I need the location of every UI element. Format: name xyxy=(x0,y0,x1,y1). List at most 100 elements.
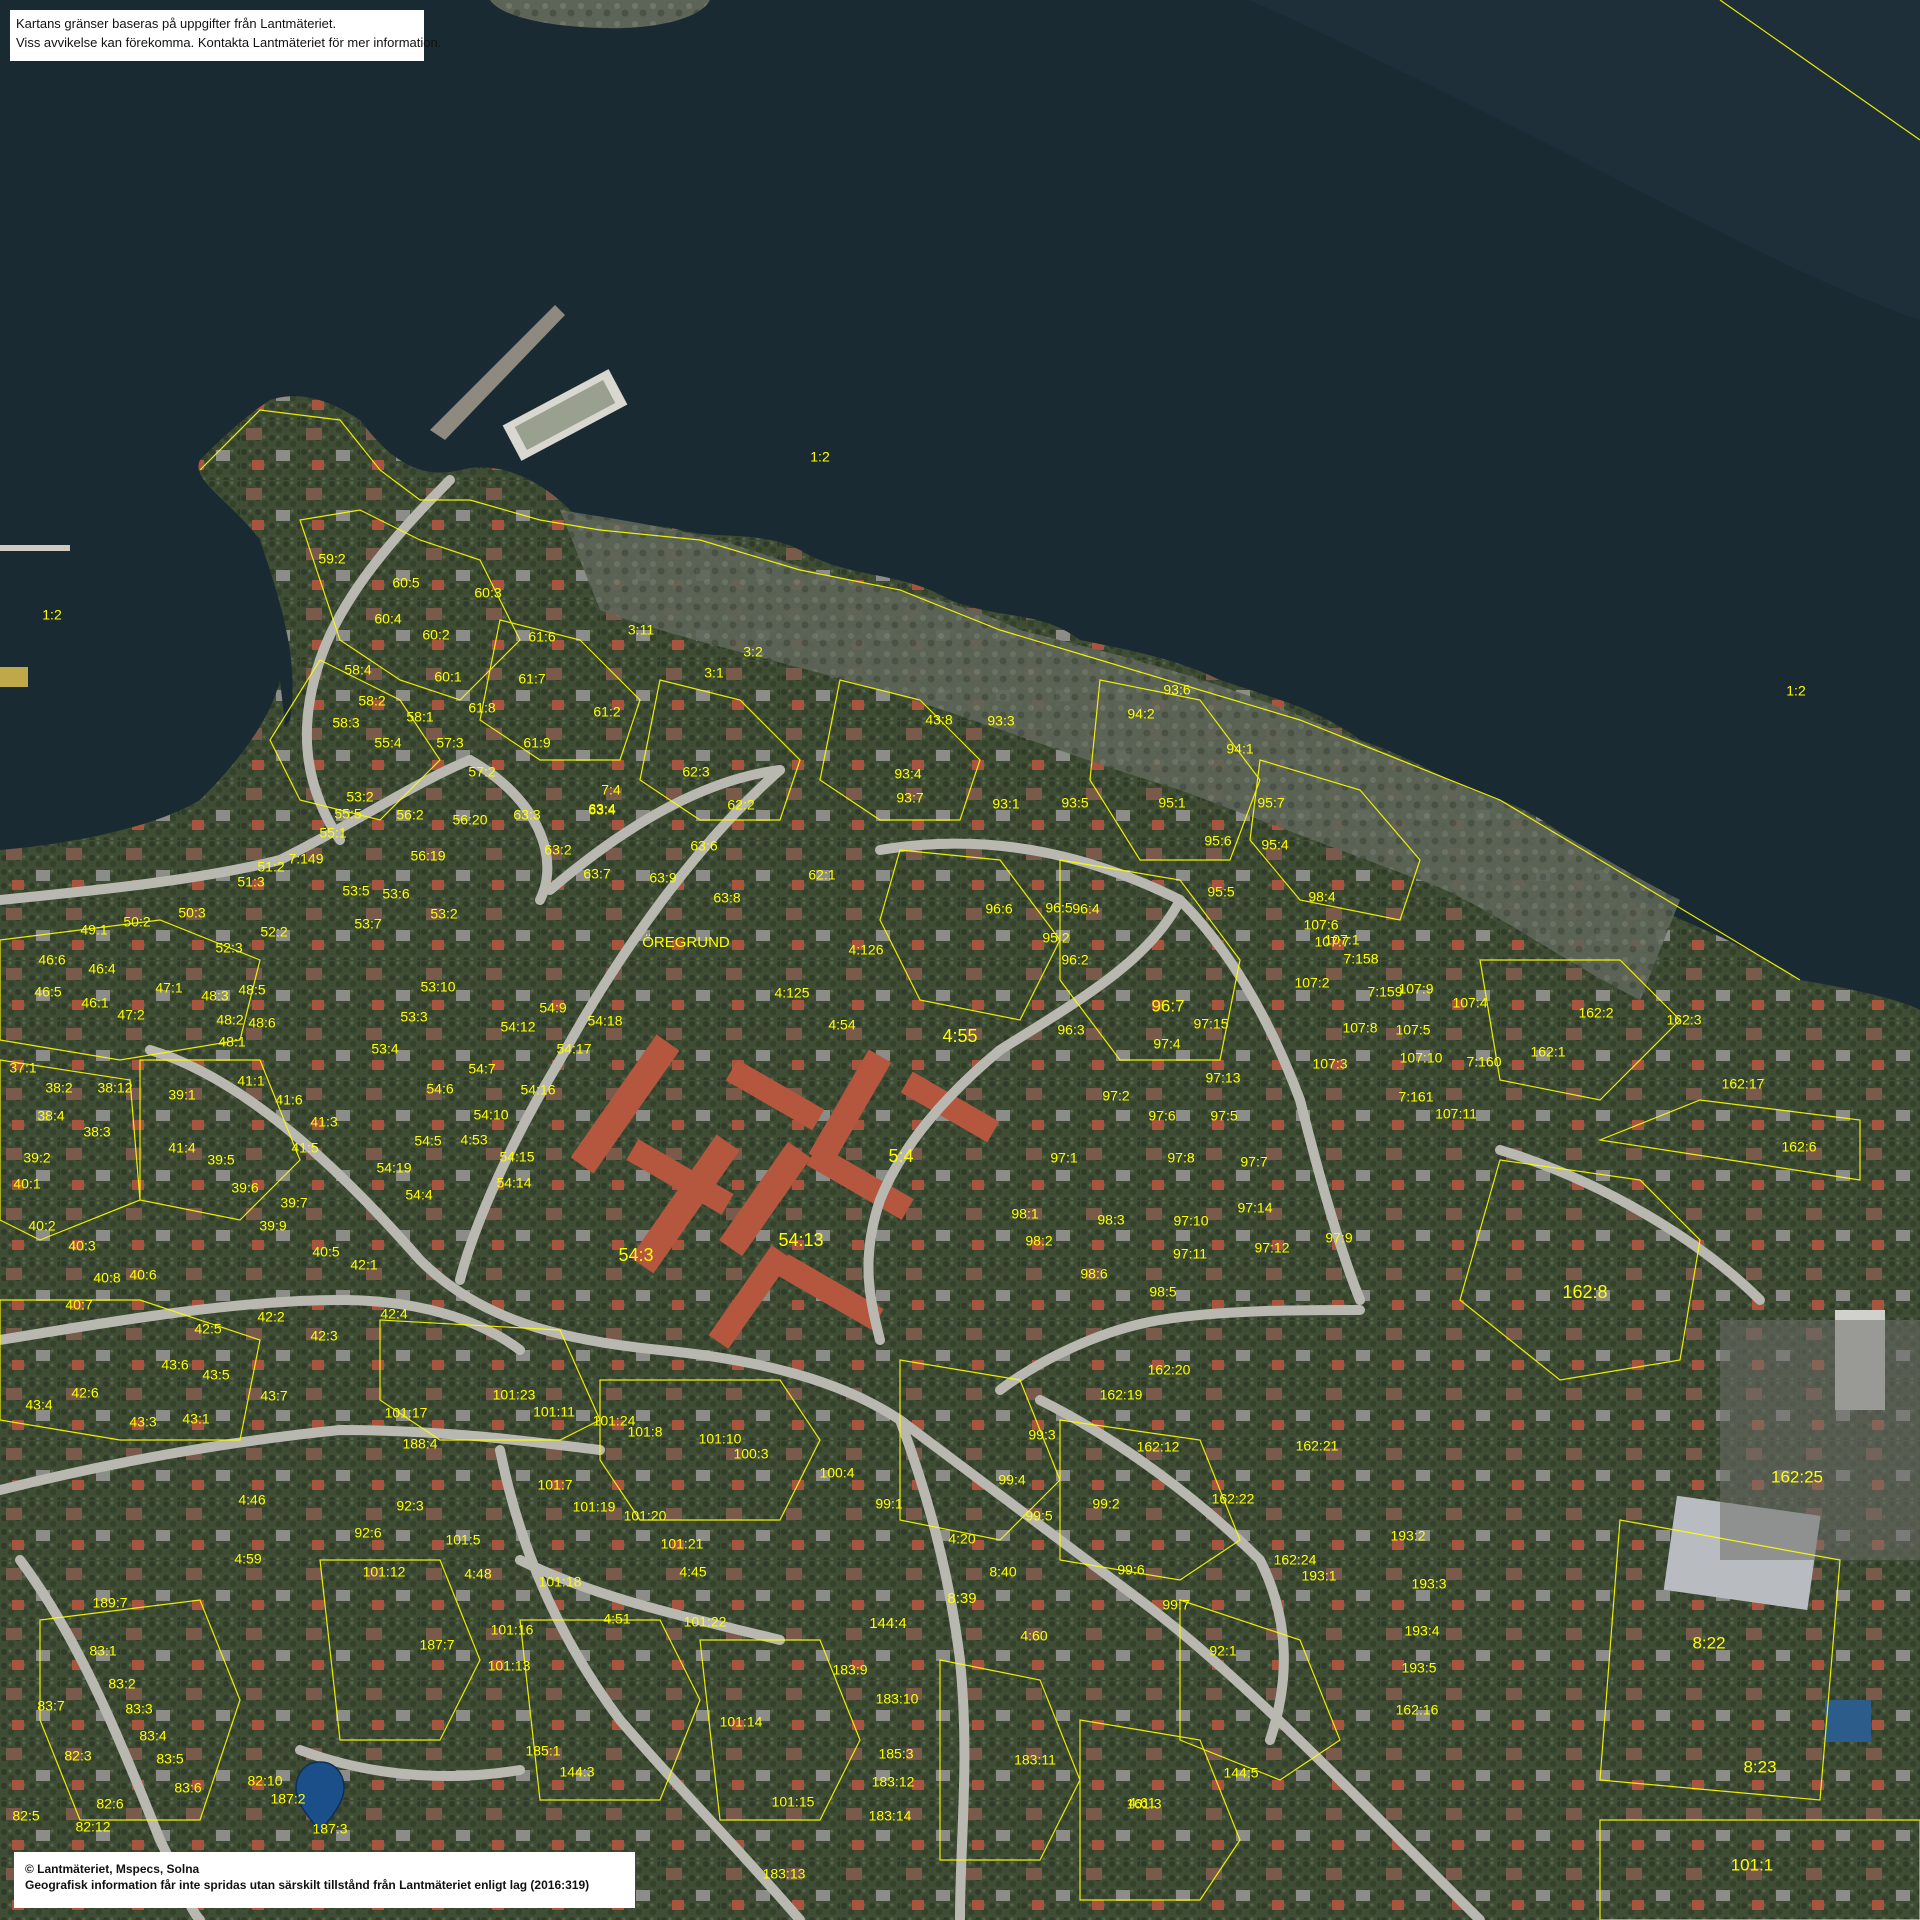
parcel-label: 93:6 xyxy=(1163,682,1190,698)
parcel-label: 101:5 xyxy=(445,1532,480,1548)
parcel-label: 39:6 xyxy=(231,1180,258,1196)
parcel-label: 38:12 xyxy=(97,1080,132,1096)
parcel-label: 101:23 xyxy=(493,1387,536,1403)
parcel-label: 53:10 xyxy=(420,979,455,995)
parcel-label: 4:45 xyxy=(679,1564,706,1580)
parcel-label: 97:9 xyxy=(1325,1230,1352,1246)
parcel-label: 97:13 xyxy=(1205,1070,1240,1086)
parcel-label: 61:9 xyxy=(523,735,550,751)
parcel-label: 40:7 xyxy=(65,1297,92,1313)
parcel-label: 51:2 xyxy=(257,859,284,875)
parcel-label: 60:1 xyxy=(434,669,461,685)
parcel-label: 97:5 xyxy=(1210,1108,1237,1124)
parcel-label: 193:2 xyxy=(1390,1528,1425,1544)
parcel-label: 101:11 xyxy=(533,1404,575,1420)
parcel-label: 54:18 xyxy=(587,1013,622,1029)
parcel-label: 43:6 xyxy=(161,1357,188,1373)
parcel-label: 63:8 xyxy=(713,890,740,906)
parcel-label: 162:3 xyxy=(1666,1012,1701,1028)
parcel-label: 98:3 xyxy=(1097,1212,1124,1228)
parcel-label: 54:10 xyxy=(473,1107,508,1123)
parcel-label: 4:126 xyxy=(848,942,883,958)
parcel-label: 101:10 xyxy=(699,1431,742,1447)
parcel-label: 4:51 xyxy=(603,1611,630,1627)
parcel-label: 144:5 xyxy=(1223,1765,1258,1781)
parcel-label: 162:19 xyxy=(1100,1387,1143,1403)
parcel-label: 99:2 xyxy=(1092,1496,1119,1512)
boundary-disclaimer-line1: Kartans gränser baseras på uppgifter frå… xyxy=(16,16,337,31)
parcel-label: 56:2 xyxy=(396,807,423,823)
parcel-label: 56:20 xyxy=(452,812,487,828)
parcel-label: 42:5 xyxy=(194,1321,221,1337)
parcel-label: 101:12 xyxy=(363,1564,406,1580)
place-label: ÖREGRUND xyxy=(642,933,730,951)
parcel-label: 54:6 xyxy=(426,1081,453,1097)
parcel-label: 183:9 xyxy=(832,1662,867,1678)
parcel-label: 83:6 xyxy=(174,1780,201,1796)
parcel-label: 37:1 xyxy=(9,1060,36,1076)
parcel-label: 97:10 xyxy=(1173,1213,1208,1229)
parcel-label: 41:1 xyxy=(237,1073,264,1089)
parcel-label: 101:17 xyxy=(385,1405,428,1421)
parcel-label: 7:161 xyxy=(1398,1089,1433,1105)
parcel-label: 99:1 xyxy=(875,1496,902,1512)
parcel-label: 83:2 xyxy=(108,1676,135,1692)
parcel-label: 61:2 xyxy=(593,704,620,720)
parcel-label: 54:15 xyxy=(499,1149,534,1165)
parcel-label: 61:7 xyxy=(518,671,545,687)
parcel-label: 144:4 xyxy=(869,1615,907,1632)
parcel-label: 189:7 xyxy=(92,1595,127,1611)
parcel-label: 38:2 xyxy=(45,1080,72,1096)
parcel-label: 8:22 xyxy=(1692,1633,1725,1652)
parcel-label: 162:17 xyxy=(1722,1076,1765,1092)
parcel-label: 43:3 xyxy=(129,1414,156,1430)
parcel-label: 101:22 xyxy=(684,1614,727,1630)
parcel-label: 107:6 xyxy=(1303,917,1338,933)
parcel-label: 83:3 xyxy=(125,1701,152,1717)
parcel-label: 40:5 xyxy=(312,1244,339,1260)
boundary-disclaimer-line2: Viss avvikelse kan förekomma. Kontakta L… xyxy=(16,35,442,50)
parcel-label: 50:2 xyxy=(123,914,150,930)
parcel-label: 97:11 xyxy=(1173,1246,1207,1262)
parcel-label: 93:7 xyxy=(896,790,923,806)
parcel-label: 3:1 xyxy=(704,665,724,681)
parcel-label: 162:24 xyxy=(1274,1552,1317,1568)
parcel-label: 43:7 xyxy=(260,1388,287,1404)
parcel-label: 55:4 xyxy=(374,735,401,751)
parcel-label: 82:3 xyxy=(64,1748,91,1764)
parcel-label: 101:16 xyxy=(491,1622,534,1638)
parcel-label: 101:7 xyxy=(537,1477,572,1493)
parcel-label: 53:6 xyxy=(382,886,409,902)
parcel-label: 107:11 xyxy=(1435,1106,1477,1122)
parcel-label: 4:125 xyxy=(774,985,809,1001)
parcel-label: 96:4 xyxy=(1072,901,1099,917)
parcel-label: 97:12 xyxy=(1254,1240,1289,1256)
parcel-label: 7:160 xyxy=(1466,1054,1501,1070)
parcel-label: 54:16 xyxy=(520,1082,555,1098)
parcel-label: 101:21 xyxy=(661,1536,704,1552)
parcel-label: 162:16 xyxy=(1396,1702,1439,1718)
parcel-label: 39:1 xyxy=(168,1087,195,1103)
parcel-label: 95:2 xyxy=(1042,930,1069,946)
parcel-label: 161:3 xyxy=(1126,1796,1161,1812)
parcel-label: 183:12 xyxy=(872,1774,915,1790)
parcel-label: 187:3 xyxy=(312,1821,347,1837)
parcel-label: 162:1 xyxy=(1530,1044,1565,1060)
parcel-label: 41:3 xyxy=(310,1114,337,1130)
parcel-label: 193:5 xyxy=(1401,1660,1436,1676)
pier-west xyxy=(0,545,70,551)
parcel-label: 183:13 xyxy=(763,1866,806,1882)
parcel-label: 4:54 xyxy=(828,1017,855,1033)
parcel-label: 54:13 xyxy=(778,1230,823,1250)
parcel-label: 93:3 xyxy=(987,713,1014,729)
parcel-label: 183:11 xyxy=(1014,1752,1056,1768)
parcel-label: 96:7 xyxy=(1151,996,1184,1015)
parcel-label: 52:3 xyxy=(215,940,242,956)
parcel-label: 193:4 xyxy=(1404,1623,1439,1639)
parcel-label: 4:20 xyxy=(948,1531,975,1547)
aerial-map[interactable]: 1:2 1:2 1:2 59:2 60:5 60:3 60:4 60:2 61:6 3:11 3:2… xyxy=(0,0,1920,1920)
parcel-label: 49:1 xyxy=(80,922,107,938)
parcel-label: 100:4 xyxy=(819,1465,854,1481)
parcel-label: 52:2 xyxy=(260,924,287,940)
parcel-label: 162:22 xyxy=(1212,1491,1255,1507)
